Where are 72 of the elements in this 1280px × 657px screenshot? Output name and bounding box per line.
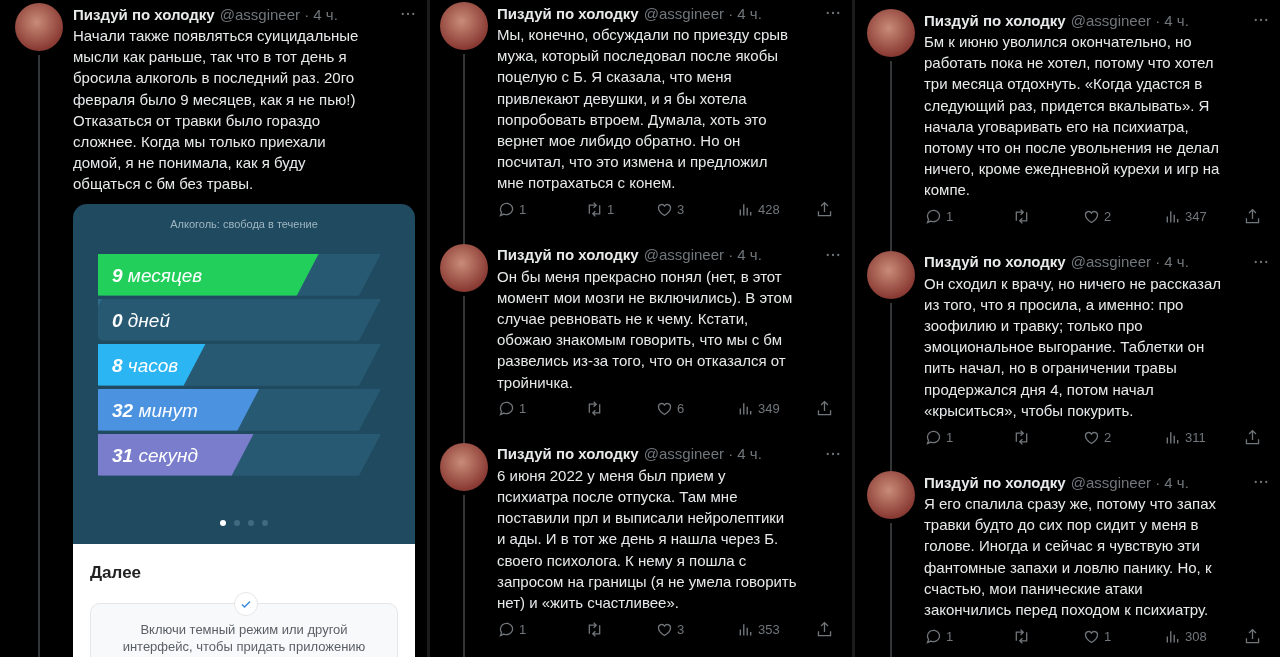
author-name[interactable]: Пиздуй по холодку: [497, 246, 639, 264]
author-name[interactable]: Пиздуй по холодку: [73, 5, 215, 23]
count: 1: [946, 209, 954, 225]
handle-and-time: @assgineer · 4 ч.: [219, 5, 339, 23]
page-dot[interactable]: [248, 519, 254, 526]
author-name[interactable]: Пиздуй по холодку: [924, 473, 1066, 491]
panel-title: Алкоголь: свобода в течение: [170, 216, 318, 232]
duration-label: 31 секунд: [112, 444, 198, 466]
reply-icon[interactable]: [497, 200, 516, 220]
count: 2: [1104, 429, 1112, 445]
count: 3: [677, 621, 685, 637]
more-icon[interactable]: [1254, 480, 1268, 485]
count: 428: [758, 202, 780, 218]
more-icon[interactable]: [401, 12, 415, 16]
share-icon[interactable]: [815, 619, 834, 639]
page-dot[interactable]: [262, 519, 268, 526]
page-dot[interactable]: [234, 519, 240, 526]
count: 308: [1185, 628, 1207, 644]
tweet-text: Он бы меня прекрасно понял (нет, в этот момент мои мозги не включились). В этом случае ревновать не к чему. Кстати, обожаю знакомым говорить, что мы с бм развелись из-за того, что он отказался от тройничка.: [497, 266, 794, 393]
handle-and-time: @assgineer · 4 ч.: [643, 246, 763, 264]
handle-and-time: @assgineer · 4 ч.: [1070, 253, 1190, 271]
avatar[interactable]: [867, 471, 915, 520]
avatar[interactable]: [440, 2, 488, 50]
more-icon[interactable]: [826, 11, 840, 15]
reply-icon[interactable]: [497, 399, 516, 419]
duration-label: 8 часов: [112, 354, 179, 376]
tip-text: Включи темный режим или другой интерфейс, чтобы придать приложению: [121, 620, 367, 655]
avatar[interactable]: [15, 3, 63, 51]
avatar[interactable]: [867, 250, 915, 299]
sheet-heading: Далее: [90, 561, 143, 584]
tweet-text: Мы, конечно, обсуждали по приезду срыв мужа, который последовал после якобы поцелую с Б. Я сказала, что меня привлекают девушки, и я бы хотела попробовать втроем. Думала, хоть это вернет мое либидо обратно. Но он посчитал, что это измена и предложил мне потрахаться с конем.: [497, 25, 789, 194]
tweet-text: Я его спалила сразу же, потому что запах травки будто до сих пор сидит у меня в голове. Иногда и сейчас я чувствую эти фантомные запахи и ловлю панику. Но, к счастью, мои панические атаки закончились перед походом к психиатру.: [924, 494, 1217, 621]
tweet-text: Он сходил к врачу, но ничего не рассказал из того, что я просила, а именно: про зоофилию и травку; только про эмоциональное выгорание. Таблетки он пить начал, но в ограничении травы продержался дня 4, потом начал «крыситься», чтобы покурить.: [924, 273, 1222, 421]
author-name[interactable]: Пиздуй по холодку: [497, 445, 639, 463]
handle-and-time: @assgineer · 4 ч.: [1070, 11, 1190, 29]
handle-and-time: @assgineer · 4 ч.: [643, 445, 763, 463]
duration-label: 9 месяцев: [112, 264, 203, 286]
duration-label: 0 дней: [112, 309, 170, 331]
more-icon[interactable]: [1254, 18, 1268, 22]
count: 1: [519, 401, 527, 417]
avatar[interactable]: [867, 9, 915, 57]
count: 6: [677, 401, 685, 417]
author-name[interactable]: Пиздуй по холодку: [924, 253, 1066, 271]
count: 3: [677, 202, 685, 218]
more-icon[interactable]: [826, 451, 840, 456]
duration-label: 32 минут: [112, 399, 198, 421]
count: 1: [1104, 628, 1112, 644]
count: 347: [1185, 209, 1207, 225]
tweet-text: Начали также появляться суицидальные мысли как раньше, так что в тот день я бросила алкоголь в последний раз. 20го февраля было 9 месяцев, как я не пью!) Отказаться от травки было гораздо сложнее. Когда мы только приехали домой, я не понимала, как я буду общаться с бм без травы.: [73, 26, 360, 195]
avatar[interactable]: [440, 442, 488, 491]
handle-and-time: @assgineer · 4 ч.: [1070, 473, 1190, 491]
share-icon[interactable]: [1243, 626, 1262, 646]
count: 1: [607, 202, 615, 218]
handle-and-time: @assgineer · 4 ч.: [643, 4, 763, 22]
share-icon[interactable]: [1243, 427, 1262, 447]
count: 1: [946, 429, 954, 445]
more-icon[interactable]: [1254, 259, 1268, 264]
page-dot[interactable]: [220, 519, 226, 526]
count: 353: [758, 621, 780, 637]
count: 2: [1104, 209, 1112, 225]
author-name[interactable]: Пиздуй по холодку: [497, 4, 639, 22]
avatar[interactable]: [440, 243, 488, 292]
author-name[interactable]: Пиздуй по холодку: [924, 11, 1066, 29]
tweet-text: Бм к июню уволился окончательно, но работать пока не хотел, потому что хотел три месяца отдохнуть. «Когда удастся в следующий раз, придется вкалывать». Я начала уговаривать его на психиатра, потому что он после увольнения не делал ничего, кроме ежедневной курехи и игр на компе.: [924, 32, 1221, 201]
count: 1: [519, 202, 527, 218]
count: 349: [758, 401, 780, 417]
reply-icon[interactable]: [924, 207, 943, 227]
count: 311: [1185, 429, 1206, 445]
count: 1: [946, 628, 954, 644]
count: 1: [519, 621, 527, 637]
more-icon[interactable]: [826, 252, 840, 257]
tweet-text: 6 июня 2022 у меня был прием у психиатра после отпуска. Там мне поставили прл и выписали нейролептики и ады. И в тот же день я нашла через Б. своего психолога. К нему я пошла с запросом на границы (я не умела говорить нет) и «жить счастливее».: [497, 465, 798, 614]
